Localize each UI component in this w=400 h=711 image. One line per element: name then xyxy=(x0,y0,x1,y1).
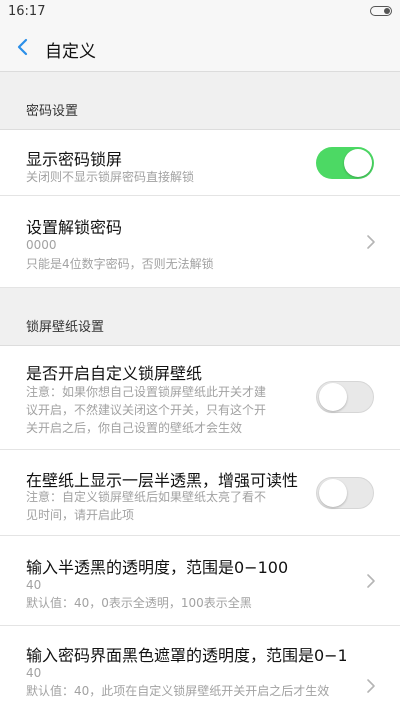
setting-value: 40 xyxy=(26,666,42,680)
setting-description-line: 议开启，不然建议关闭这个开关，只有这个开 xyxy=(26,403,267,417)
page-title: 自定义 xyxy=(45,42,96,62)
show-password-lock-toggle[interactable] xyxy=(316,147,374,179)
status-bar: 16:17 xyxy=(0,0,400,24)
setting-mask-opacity-input[interactable]: 输入密码界面黑色遮罩的透明度，范围是0−100 40 默认值：40，此项在自定义… xyxy=(0,626,400,711)
setting-value: 0000 xyxy=(26,238,57,252)
setting-label: 设置解锁密码 xyxy=(26,218,123,237)
setting-value: 40 xyxy=(26,578,42,592)
setting-description: 默认值：40，此项在自定义锁屏壁纸开关开启之后才生效 xyxy=(26,684,330,698)
setting-show-password-lock[interactable]: 显示密码锁屏 关闭则不显示锁屏密码直接解锁 xyxy=(0,130,400,196)
section-title: 密码设置 xyxy=(26,104,79,119)
toggle-knob xyxy=(344,149,372,177)
setting-description-line: 注意：如果你想自己设置锁屏壁纸此开关才建 xyxy=(26,385,267,399)
toggle-knob xyxy=(319,479,347,507)
setting-unlock-password[interactable]: 设置解锁密码 0000 只能是4位数字密码，否则无法解锁 xyxy=(0,196,400,288)
setting-description: 关闭则不显示锁屏密码直接解锁 xyxy=(26,170,195,184)
chevron-left-icon[interactable] xyxy=(14,37,32,57)
chevron-right-icon xyxy=(367,574,375,588)
toggle-knob xyxy=(319,383,347,411)
battery-icon xyxy=(370,6,392,16)
translucent-overlay-toggle[interactable] xyxy=(316,477,374,509)
setting-translucency-input[interactable]: 输入半透黑的透明度，范围是0−100 40 默认值：40，0表示全透明，100表… xyxy=(0,536,400,626)
title-bar: 自定义 xyxy=(0,24,400,72)
setting-label: 是否开启自定义锁屏壁纸 xyxy=(26,364,203,383)
chevron-right-icon xyxy=(367,235,375,249)
section-header-wallpaper: 锁屏壁纸设置 xyxy=(0,288,400,346)
setting-label: 输入密码界面黑色遮罩的透明度，范围是0−100 xyxy=(26,646,346,665)
setting-label: 输入半透黑的透明度，范围是0−100 xyxy=(26,558,289,577)
setting-label: 显示密码锁屏 xyxy=(26,150,123,169)
setting-description: 只能是4位数字密码，否则无法解锁 xyxy=(26,257,214,271)
chevron-right-icon xyxy=(367,679,375,693)
setting-description-line: 注意：自定义锁屏壁纸后如果壁纸太亮了看不 xyxy=(26,490,267,504)
section-header-password: 密码设置 xyxy=(0,72,400,130)
setting-translucent-overlay[interactable]: 在壁纸上显示一层半透黑，增强可读性 注意：自定义锁屏壁纸后如果壁纸太亮了看不 见… xyxy=(0,450,400,536)
section-title: 锁屏壁纸设置 xyxy=(26,320,105,335)
setting-description-line: 见时间，请开启此项 xyxy=(26,508,135,522)
custom-wallpaper-toggle[interactable] xyxy=(316,381,374,413)
setting-description: 默认值：40，0表示全透明，100表示全黑 xyxy=(26,596,252,610)
setting-description-line: 关开启之后，你自己设置的壁纸才会生效 xyxy=(26,421,243,435)
setting-custom-wallpaper[interactable]: 是否开启自定义锁屏壁纸 注意：如果你想自己设置锁屏壁纸此开关才建 议开启，不然建… xyxy=(0,346,400,450)
status-time: 16:17 xyxy=(8,4,46,19)
